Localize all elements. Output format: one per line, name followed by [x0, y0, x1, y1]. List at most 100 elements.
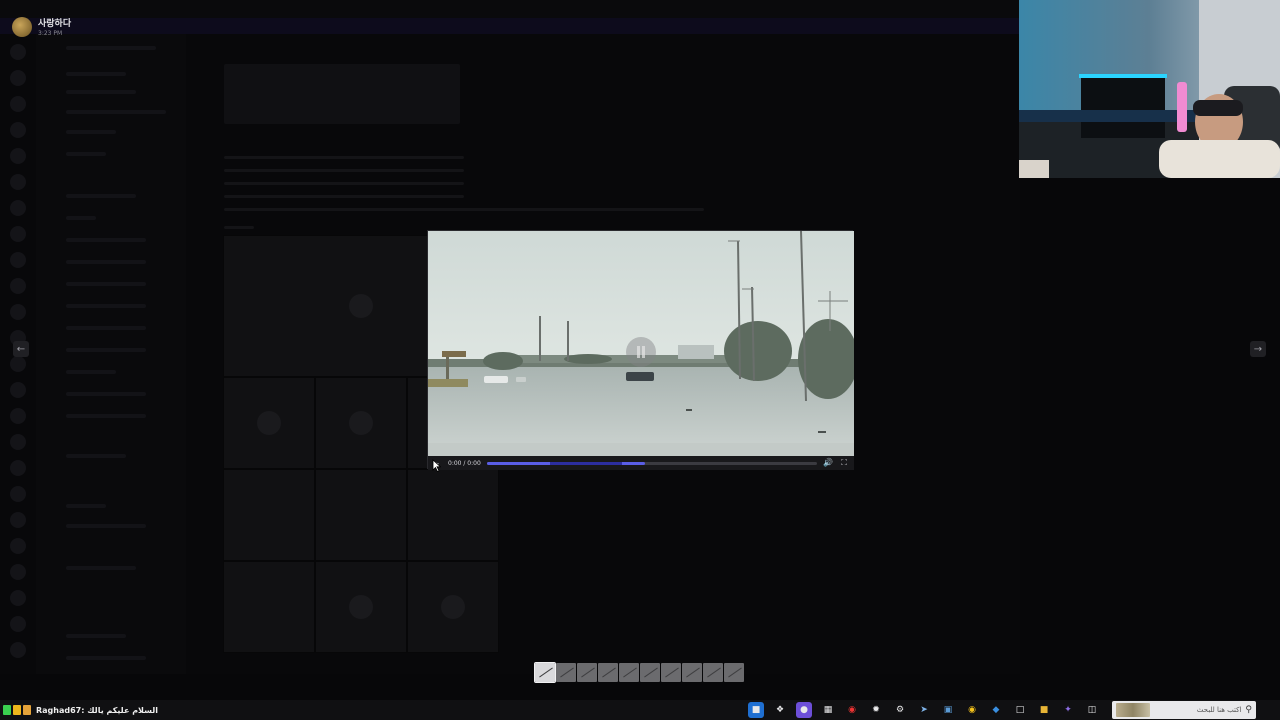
chat-line: [224, 169, 464, 172]
video-player[interactable]: ▶ 0:00 / 0:00 🔊 ⛶: [427, 230, 854, 470]
channel-line: [66, 454, 126, 458]
task-view-icon[interactable]: ◫: [1084, 702, 1100, 718]
play-icon: [257, 411, 281, 435]
volume-button[interactable]: 🔊: [823, 458, 833, 468]
play-icon: [349, 595, 373, 619]
thumbnail[interactable]: [598, 663, 618, 682]
folder-icon[interactable]: ■: [1036, 702, 1052, 718]
gear-icon[interactable]: ⚙: [892, 702, 908, 718]
media-tile: [223, 377, 315, 469]
channel-line: [66, 414, 146, 418]
author-timestamp: 3:23 PM: [38, 30, 63, 37]
thumbnail[interactable]: [577, 663, 597, 682]
media-tile: [315, 469, 407, 561]
channel-line: [66, 72, 126, 76]
channel-line: [66, 110, 166, 114]
thumbnail[interactable]: [534, 662, 556, 683]
author-name: 사랑하다: [38, 19, 72, 29]
screen: 사랑하다 3:23 PM ← → 0:00 / 0:00 🔊 ⛶ Raghad6…: [0, 0, 1280, 720]
fullscreen-icon: ⛶: [841, 458, 847, 467]
thumbnail[interactable]: [556, 663, 576, 682]
media-tile: [315, 377, 407, 469]
seekbar-buffer: [549, 461, 623, 465]
app-icon[interactable]: ■: [748, 702, 764, 718]
server-icon: [10, 148, 26, 164]
taskbar-search[interactable]: اكتب هنا للبحث ⚲: [1112, 701, 1256, 719]
play-icon: [349, 411, 373, 435]
channel-line: [66, 152, 106, 156]
chat-badge-icon: [13, 705, 21, 715]
app-icon[interactable]: ▦: [820, 702, 836, 718]
channel-line: [66, 304, 146, 308]
channel-line: [66, 566, 136, 570]
thumbnail[interactable]: [682, 663, 702, 682]
thumbnail[interactable]: [703, 663, 723, 682]
app-icon[interactable]: □: [1012, 702, 1028, 718]
server-icon: [10, 486, 26, 502]
thumbnail-strip: [534, 662, 744, 683]
media-tile: [223, 469, 315, 561]
arrow-left-icon: ←: [16, 343, 26, 355]
pause-overlay-icon[interactable]: [626, 337, 656, 367]
app-icon[interactable]: ➤: [916, 702, 932, 718]
server-icon: [10, 590, 26, 606]
server-icon: [10, 252, 26, 268]
thumbnail[interactable]: [619, 663, 639, 682]
video-controls: ▶ 0:00 / 0:00 🔊 ⛶: [428, 456, 854, 470]
server-icon: [10, 44, 26, 60]
server-icon: [10, 70, 26, 86]
server-icon: [10, 512, 26, 528]
previous-media-button[interactable]: ←: [13, 341, 29, 357]
webcam-overlay: [1019, 0, 1280, 178]
channel-list: [36, 34, 186, 674]
server-icon: [10, 174, 26, 190]
play-icon: [441, 595, 465, 619]
channel-line: [66, 524, 146, 528]
server-icon: [10, 278, 26, 294]
app-icon[interactable]: ✹: [868, 702, 884, 718]
search-icon: ⚲: [1245, 705, 1252, 715]
taskbar-chat: Raghad67: السلام عليكم يالك: [0, 705, 158, 715]
channel-line: [66, 238, 146, 242]
search-highlight-image: [1116, 703, 1150, 717]
chat-image: [224, 64, 460, 124]
app-icon[interactable]: ❖: [772, 702, 788, 718]
chat-line: [224, 226, 254, 229]
server-icon: [10, 642, 26, 658]
chrome-icon[interactable]: ◉: [964, 702, 980, 718]
server-icon: [10, 538, 26, 554]
video-frame[interactable]: [428, 231, 854, 456]
thumbnail[interactable]: [724, 663, 744, 682]
channel-line: [66, 216, 96, 220]
channel-line: [66, 46, 156, 50]
media-tile: [407, 561, 499, 653]
video-time: 0:00 / 0:00: [448, 459, 481, 467]
channel-line: [66, 326, 146, 330]
server-icon: [10, 408, 26, 424]
chat-badge-icon: [23, 705, 31, 715]
media-tile: [223, 561, 315, 653]
channel-line: [66, 130, 116, 134]
channel-line: [66, 504, 106, 508]
fullscreen-button[interactable]: ⛶: [839, 458, 849, 468]
volume-icon: 🔊: [823, 458, 833, 467]
app-icon[interactable]: ✦: [1060, 702, 1076, 718]
search-input[interactable]: اكتب هنا للبحث: [1154, 706, 1242, 714]
app-icon[interactable]: ◆: [988, 702, 1004, 718]
channel-line: [66, 260, 146, 264]
play-icon: [349, 294, 373, 318]
channel-line: [66, 90, 136, 94]
thumbnail[interactable]: [661, 663, 681, 682]
app-icon[interactable]: ▣: [940, 702, 956, 718]
video-seekbar[interactable]: [486, 461, 817, 465]
app-icon[interactable]: ●: [796, 702, 812, 718]
thumbnail[interactable]: [640, 663, 660, 682]
channel-line: [66, 656, 146, 660]
arrow-right-icon: →: [1253, 343, 1263, 355]
chat-line: [224, 182, 464, 185]
app-icon[interactable]: ◉: [844, 702, 860, 718]
chat-line: [224, 195, 464, 198]
next-media-button[interactable]: →: [1250, 341, 1266, 357]
server-icon: [10, 200, 26, 216]
chat-message: Raghad67: السلام عليكم يالك: [36, 705, 159, 715]
